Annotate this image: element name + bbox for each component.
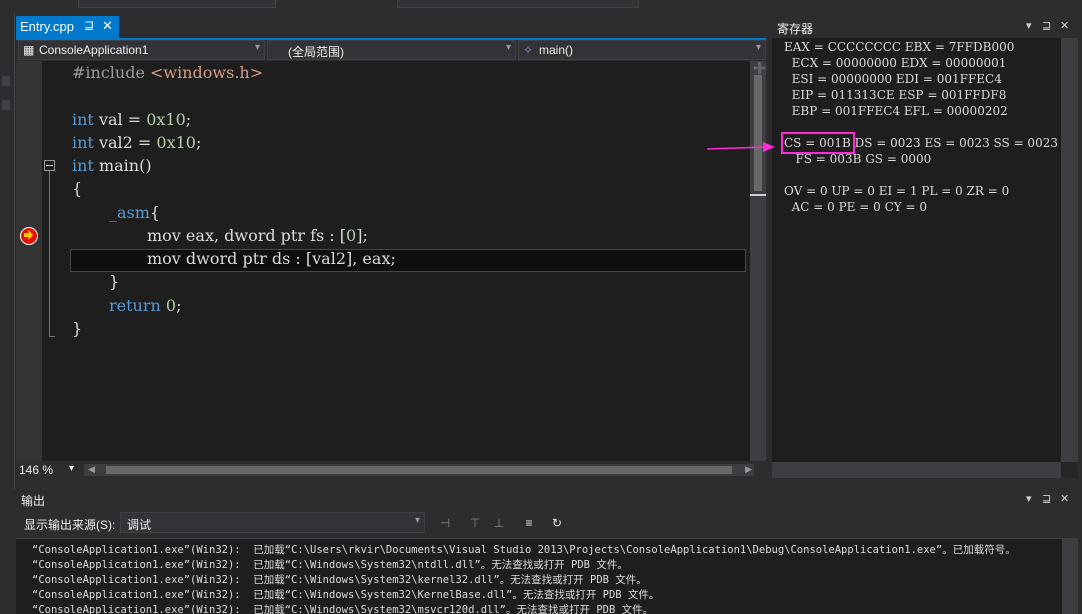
- editor-bottom-bar: 146 % ▾ ◀ ▶: [16, 461, 766, 479]
- function-label: main(): [539, 43, 574, 57]
- function-dropdown[interactable]: ✧ main() ▾: [518, 40, 766, 60]
- chevron-down-icon: ▾: [505, 42, 511, 53]
- code-line-10: }: [109, 272, 120, 291]
- previous-message-icon[interactable]: ⊤: [468, 516, 482, 530]
- project-label: ConsoleApplication1: [39, 43, 149, 57]
- output-toolbar: 显示输出来源(S): 调试 ▾ ⊣ ⊤ ⊥ ≡ ↻: [16, 508, 1078, 539]
- find-message-icon[interactable]: ⊣: [438, 516, 452, 530]
- collapse-icon[interactable]: [44, 160, 55, 171]
- close-icon[interactable]: ✕: [1060, 19, 1069, 32]
- clear-all-icon[interactable]: ≡: [522, 516, 536, 530]
- zoom-dropdown[interactable]: 146 % ▾: [19, 463, 77, 477]
- close-icon[interactable]: ✕: [102, 18, 113, 34]
- register-line: ESI = 00000000 EDI = 001FFEC4: [784, 72, 1002, 86]
- registers-panel: 寄存器 ▾ ⊒ ✕ EAX = CCCCCCCC EBX = 7FFDB000 …: [772, 16, 1078, 478]
- zoom-label: 146 %: [19, 463, 54, 477]
- dropdown-icon[interactable]: ▾: [1026, 19, 1032, 32]
- registers-title: 寄存器: [777, 22, 814, 36]
- registers-horizontal-scrollbar[interactable]: [772, 462, 1061, 478]
- project-icon: ▦: [23, 43, 35, 57]
- annotation-arrow-icon: [707, 142, 775, 152]
- chevron-down-icon: ▾: [69, 463, 75, 474]
- output-line: “ConsoleApplication1.exe”(Win32): 已加载“C:…: [32, 559, 628, 571]
- output-source-label: 显示输出来源(S):: [24, 518, 116, 532]
- code-line-11: return 0;: [109, 296, 182, 315]
- output-text-area[interactable]: “ConsoleApplication1.exe”(Win32): 已加载“C:…: [16, 539, 1062, 614]
- side-tab-marker[interactable]: [2, 100, 10, 110]
- word-wrap-icon[interactable]: ↻: [550, 516, 564, 530]
- toolbar-dropdown[interactable]: [78, 0, 276, 8]
- output-source-value: 调试: [127, 518, 152, 532]
- chevron-down-icon: ▾: [414, 515, 420, 526]
- code-editor[interactable]: #include <windows.h> int val = 0x10; int…: [16, 61, 750, 461]
- registers-content: EAX = CCCCCCCC EBX = 7FFDB000 ECX = 0000…: [772, 38, 1061, 462]
- code-line-7: _asm{: [109, 203, 161, 222]
- editor-navigation-bar: ▦ ConsoleApplication1 ▾ (全局范围) ▾ ✧ main(…: [16, 40, 766, 60]
- output-line: “ConsoleApplication1.exe”(Win32): 已加载“C:…: [32, 574, 647, 586]
- close-icon[interactable]: ✕: [1060, 492, 1069, 505]
- output-line: “ConsoleApplication1.exe”(Win32): 已加载“C:…: [32, 589, 660, 601]
- tab-entry-cpp[interactable]: Entry.cpp ⊒ ✕: [16, 16, 119, 38]
- editor-vertical-scrollbar[interactable]: ➕: [750, 61, 767, 461]
- output-line: “ConsoleApplication1.exe”(Win32): 已加载“C:…: [32, 544, 1016, 556]
- register-line: EBP = 001FFEC4 EFL = 00000202: [784, 104, 1008, 118]
- registers-header: 寄存器 ▾ ⊒ ✕: [772, 16, 1078, 38]
- scope-label: (全局范围): [288, 45, 344, 59]
- scope-dropdown[interactable]: (全局范围) ▾: [267, 40, 516, 60]
- dropdown-icon[interactable]: ▾: [1026, 492, 1032, 505]
- register-line: ECX = 00000000 EDX = 00000001: [784, 56, 1007, 70]
- code-line-3: int val = 0x10;: [72, 110, 192, 129]
- scroll-position-marker: [750, 194, 766, 196]
- register-line: OV = 0 UP = 0 EI = 1 PL = 0 ZR = 0: [784, 184, 1010, 198]
- pin-icon[interactable]: ⊒: [84, 18, 94, 32]
- output-line: “ConsoleApplication1.exe”(Win32): 已加载“C:…: [32, 604, 654, 614]
- output-title: 输出: [21, 494, 46, 508]
- scrollbar-thumb[interactable]: [754, 75, 762, 191]
- register-line: EAX = CCCCCCCC EBX = 7FFDB000: [784, 40, 1015, 54]
- scroll-left-icon[interactable]: ◀: [88, 464, 95, 475]
- register-line: EIP = 011313CE ESP = 001FFDF8: [784, 88, 1007, 102]
- editor-horizontal-scrollbar[interactable]: ◀ ▶: [84, 464, 754, 476]
- output-source-dropdown[interactable]: 调试 ▾: [120, 512, 425, 533]
- output-panel: 输出 ▾ ⊒ ✕ 显示输出来源(S): 调试 ▾ ⊣ ⊤ ⊥ ≡ ↻ “Cons…: [16, 490, 1078, 614]
- split-icon[interactable]: ➕: [753, 62, 767, 75]
- pin-icon[interactable]: ⊒: [1042, 492, 1051, 505]
- side-tab-marker[interactable]: [2, 76, 10, 86]
- project-dropdown[interactable]: ▦ ConsoleApplication1 ▾: [18, 40, 265, 60]
- cs-register-highlight-box: [781, 132, 855, 154]
- scroll-right-icon[interactable]: ▶: [745, 464, 752, 475]
- chevron-down-icon: ▾: [254, 42, 260, 53]
- registers-vertical-scrollbar[interactable]: [1061, 38, 1078, 462]
- toolbar-dropdown[interactable]: [397, 0, 639, 8]
- output-vertical-scrollbar[interactable]: [1062, 539, 1078, 614]
- chevron-down-icon: ▾: [755, 42, 761, 53]
- code-line-5: int main(): [72, 156, 152, 175]
- left-side-strip: [0, 12, 15, 490]
- breakpoint-current-line-icon[interactable]: [20, 227, 38, 245]
- code-line-12: }: [72, 319, 83, 338]
- code-line-8: mov eax, dword ptr fs : [0];: [147, 226, 368, 245]
- register-line: AC = 0 PE = 0 CY = 0: [784, 200, 927, 214]
- register-line: FS = 003B GS = 0000: [784, 152, 932, 166]
- tab-title: Entry.cpp: [20, 19, 74, 34]
- code-line-9: mov dword ptr ds : [val2], eax;: [147, 249, 396, 268]
- editor-tab-row: Entry.cpp ⊒ ✕: [16, 16, 766, 40]
- next-message-icon[interactable]: ⊥: [492, 516, 506, 530]
- scrollbar-thumb[interactable]: [106, 466, 732, 474]
- output-header: 输出 ▾ ⊒ ✕: [16, 490, 1078, 508]
- code-line-6: {: [72, 179, 83, 198]
- pin-icon[interactable]: ⊒: [1042, 19, 1051, 32]
- breakpoint-gutter[interactable]: [16, 61, 42, 461]
- top-toolbar-strip: [0, 0, 1082, 12]
- code-line-1: #include <windows.h>: [72, 63, 264, 82]
- function-icon: ✧: [523, 43, 534, 57]
- code-line-4: int val2 = 0x10;: [72, 133, 202, 152]
- outline-column: [42, 61, 56, 461]
